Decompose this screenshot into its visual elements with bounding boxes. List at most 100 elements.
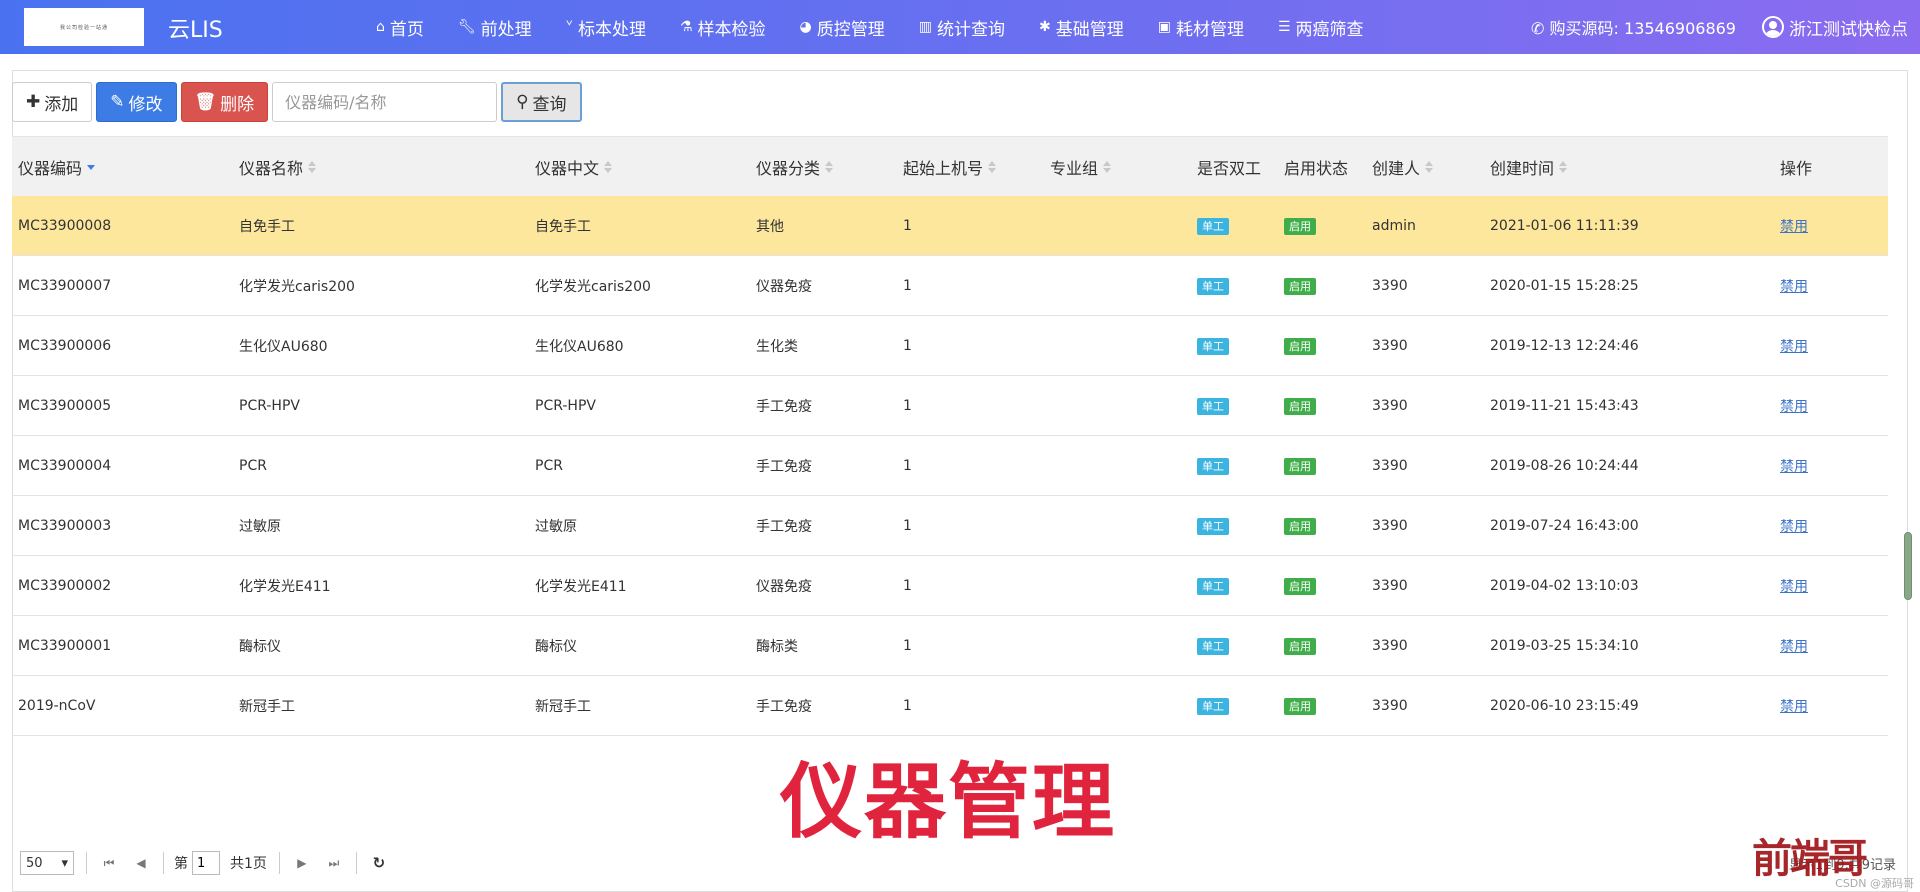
gear-icon: ✱: [1039, 19, 1051, 35]
cell-cn: PCR-HPV: [535, 398, 596, 414]
cell-creator: 3390: [1372, 338, 1408, 354]
cell-cn: 化学发光E411: [535, 579, 627, 595]
column-header-name[interactable]: 仪器名称: [239, 137, 317, 197]
disable-link[interactable]: 禁用: [1780, 696, 1808, 716]
app-brand[interactable]: 云LIS: [168, 12, 223, 44]
company-logo[interactable]: 我公司检验一站通: [24, 8, 144, 46]
menu-item-qc[interactable]: ◕ 质控管理: [800, 15, 885, 40]
cell-name: 化学发光E411: [239, 579, 331, 595]
sort-desc-icon: [86, 160, 96, 174]
page-number-input[interactable]: [192, 851, 220, 875]
menu-item-home[interactable]: ⌂ 首页: [376, 15, 424, 40]
disable-link[interactable]: 禁用: [1780, 516, 1808, 536]
cell-cn: PCR: [535, 458, 563, 474]
table-row[interactable]: MC33900006 生化仪AU680 生化仪AU680 生化类 1 单工 启用…: [12, 316, 1888, 376]
column-header-cn[interactable]: 仪器中文: [535, 137, 613, 197]
page-size-select[interactable]: 50 ▾: [20, 851, 74, 875]
menu-item-stats[interactable]: ▥ 统计查询: [919, 15, 1005, 40]
column-header-start-no[interactable]: 起始上机号: [903, 137, 997, 197]
column-header-created[interactable]: 创建时间: [1490, 137, 1568, 197]
sort-icon: [307, 160, 317, 174]
cell-code: MC33900008: [18, 218, 112, 234]
column-label: 启用状态: [1284, 159, 1349, 178]
cell-category: 生化类: [756, 339, 798, 355]
cell-code: MC33900004: [18, 458, 112, 474]
user-menu[interactable]: 浙江测试快检点: [1762, 15, 1908, 40]
disable-link[interactable]: 禁用: [1780, 276, 1808, 296]
status-badge: 启用: [1284, 217, 1316, 235]
disable-link[interactable]: 禁用: [1780, 396, 1808, 416]
cell-created: 2021-01-06 11:11:39: [1490, 218, 1639, 234]
table-row[interactable]: MC33900007 化学发光caris200 化学发光caris200 仪器免…: [12, 256, 1888, 316]
menu-item-preprocess[interactable]: 🔧︎ 前处理: [458, 15, 532, 40]
menu-item-consumables[interactable]: ▣ 耗材管理: [1158, 15, 1244, 40]
column-label: 仪器名称: [239, 159, 304, 178]
disable-link[interactable]: 禁用: [1780, 456, 1808, 476]
cell-duplex: 单工: [1197, 196, 1229, 256]
table-row[interactable]: MC33900001 酶标仪 酶标仪 酶标类 1 单工 启用 3390 2019…: [12, 616, 1888, 676]
duplex-badge: 单工: [1197, 517, 1229, 535]
duplex-badge: 单工: [1197, 697, 1229, 715]
edit-button[interactable]: ✎ 修改: [96, 82, 177, 122]
table-header: 仪器编码 仪器名称 仪器中文 仪器分类 起始上机号 专业组 是否双工 启用状态 …: [12, 136, 1888, 196]
disable-link[interactable]: 禁用: [1780, 216, 1808, 236]
cell-duplex: 单工: [1197, 436, 1229, 496]
disable-link[interactable]: 禁用: [1780, 336, 1808, 356]
vertical-scrollbar[interactable]: [1904, 532, 1912, 600]
column-header-category[interactable]: 仪器分类: [756, 137, 834, 197]
cell-category: 其他: [756, 219, 784, 235]
table-row[interactable]: MC33900004 PCR PCR 手工免疫 1 单工 启用 3390 201…: [12, 436, 1888, 496]
menu-label: 标本处理: [577, 19, 646, 40]
menu-item-sample-test[interactable]: ⚗ 样本检验: [680, 15, 766, 40]
cell-category: 手工免疫: [756, 519, 812, 535]
cell-code: 2019-nCoV: [18, 698, 96, 714]
table-row[interactable]: MC33900003 过敏原 过敏原 手工免疫 1 单工 启用 3390 201…: [12, 496, 1888, 556]
cell-action: 禁用: [1780, 316, 1808, 376]
cell-creator: 3390: [1372, 698, 1408, 714]
cell-status: 启用: [1284, 196, 1316, 256]
cell-cn: 生化仪AU680: [535, 339, 624, 355]
cell-created: 2020-01-15 15:28:25: [1490, 278, 1639, 294]
column-header-creator[interactable]: 创建人: [1372, 137, 1434, 197]
cell-start-no: 1: [903, 578, 912, 594]
cell-action: 禁用: [1780, 616, 1808, 676]
edit-icon: ✎: [110, 92, 125, 112]
menu-item-screening[interactable]: ☰ 两癌筛查: [1278, 15, 1364, 40]
table-row[interactable]: MC33900008 自免手工 自免手工 其他 1 单工 启用 admin 20…: [12, 196, 1888, 256]
cell-name: PCR-HPV: [239, 398, 300, 414]
status-badge: 启用: [1284, 337, 1316, 355]
phone-icon: ✆: [1531, 19, 1550, 38]
cell-creator: 3390: [1372, 578, 1408, 594]
column-label: 专业组: [1050, 159, 1099, 178]
last-page-button[interactable]: ⏭: [324, 856, 344, 871]
logo-text: 我公司检验一站通: [59, 24, 108, 31]
menu-item-specimen[interactable]: ᘁ 标本处理: [566, 15, 646, 40]
table-row[interactable]: MC33900005 PCR-HPV PCR-HPV 手工免疫 1 单工 启用 …: [12, 376, 1888, 436]
column-header-code[interactable]: 仪器编码: [18, 137, 96, 197]
divider: [163, 852, 164, 874]
add-button[interactable]: ✚ 添加: [12, 82, 93, 122]
next-page-button[interactable]: ▶: [292, 856, 312, 870]
prev-page-button[interactable]: ◀: [131, 856, 151, 870]
menu-label: 两癌筛查: [1295, 19, 1364, 40]
cell-code: MC33900005: [18, 398, 112, 414]
cell-status: 启用: [1284, 316, 1316, 376]
refresh-icon[interactable]: ↻: [369, 854, 389, 872]
cell-status: 启用: [1284, 676, 1316, 736]
disable-link[interactable]: 禁用: [1780, 576, 1808, 596]
delete-button[interactable]: 🗑︎ 删除: [180, 82, 269, 122]
cell-creator: 3390: [1372, 518, 1408, 534]
table-row[interactable]: MC33900002 化学发光E411 化学发光E411 仪器免疫 1 单工 启…: [12, 556, 1888, 616]
query-button[interactable]: ⚲ 查询: [501, 82, 582, 122]
cell-cn: 过敏原: [535, 519, 577, 535]
search-input[interactable]: [272, 82, 498, 122]
disable-link[interactable]: 禁用: [1780, 636, 1808, 656]
duplex-badge: 单工: [1197, 397, 1229, 415]
duplex-badge: 单工: [1197, 457, 1229, 475]
delete-label: 删除: [220, 94, 255, 115]
menu-item-basic[interactable]: ✱ 基础管理: [1039, 15, 1124, 40]
first-page-button[interactable]: ⏮: [99, 856, 119, 871]
cell-duplex: 单工: [1197, 376, 1229, 436]
table-row[interactable]: 2019-nCoV 新冠手工 新冠手工 手工免疫 1 单工 启用 3390 20…: [12, 676, 1888, 736]
column-header-group[interactable]: 专业组: [1050, 137, 1112, 197]
